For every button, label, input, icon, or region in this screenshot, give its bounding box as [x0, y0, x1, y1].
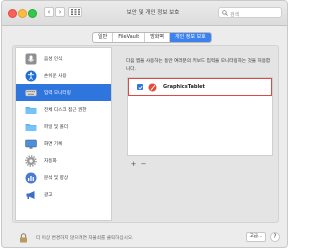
sidebar-item-accessibility[interactable]: 손쉬운 사용: [16, 67, 111, 84]
preferences-window: ‹ › 보안 및 개인 정보 보호 검색 일반 FileVault 방화벽 개인…: [1, 0, 288, 248]
window-title: 보안 및 개인 정보 보호: [126, 10, 180, 16]
search-field[interactable]: 검색: [218, 7, 282, 18]
sidebar-item-full-disk-access[interactable]: 전체 디스크 접근 권한: [16, 101, 111, 118]
grid-icon: [71, 9, 80, 15]
minimize-button[interactable]: [18, 9, 27, 18]
sidebar-item-label: 광고: [44, 192, 53, 198]
gear-icon: [25, 154, 37, 167]
sidebar-item-input-monitoring[interactable]: 입력 모니터링: [16, 84, 111, 101]
sidebar-item-label: 파일 및 폴더: [44, 124, 69, 130]
add-app-button[interactable]: +: [129, 161, 138, 169]
remove-app-button[interactable]: −: [139, 161, 148, 169]
sidebar-item-label: 음성 인식: [44, 56, 63, 62]
sidebar-item-label: 전체 디스크 접근 권한: [44, 107, 87, 113]
tab-filevault[interactable]: FileVault: [113, 33, 146, 42]
chart-icon: [25, 172, 37, 184]
graphics-tablet-app-icon: [148, 83, 157, 92]
sidebar-item-speech-recognition[interactable]: 음성 인식: [16, 50, 111, 67]
lock-icon[interactable]: [19, 233, 28, 245]
sidebar-item-label: 입력 모니터링: [44, 90, 71, 96]
sidebar-item-automation[interactable]: 자동화: [16, 152, 111, 169]
show-all-button[interactable]: [68, 7, 82, 17]
forward-button[interactable]: ›: [55, 7, 65, 17]
app-name: GraphicsTablet: [163, 84, 205, 90]
folder-icon: [25, 104, 37, 116]
keyboard-icon: [25, 87, 37, 99]
search-icon: [222, 10, 228, 16]
sidebar-item-label: 자동화: [44, 158, 57, 164]
lock-hint-text: 더 이상 변경하지 않으려면 자물쇠를 클릭하십시오.: [36, 236, 134, 241]
sidebar-item-screen-recording[interactable]: 화면 기록: [16, 135, 111, 152]
list-item[interactable]: GraphicsTablet: [128, 78, 272, 96]
search-placeholder: 검색: [230, 11, 240, 18]
tab-privacy[interactable]: 개인 정보 보호: [170, 33, 211, 42]
tab-firewall[interactable]: 방화벽: [145, 33, 170, 42]
sidebar-item-analytics[interactable]: 분석 및 향상: [16, 169, 111, 186]
tab-general[interactable]: 일반: [93, 33, 114, 42]
sidebar-item-label: 분석 및 향상: [44, 175, 69, 181]
footer-bar: 더 이상 변경하지 않으려면 자물쇠를 클릭하십시오. 고급... ?: [2, 225, 287, 247]
screen-icon: [25, 138, 37, 150]
privacy-category-list: 음성 인식 손쉬운 사용 입력 모니터링 전체 디스크 접근 권한 파일 및 폴…: [15, 47, 112, 221]
input-monitoring-description: 다음 앱을 사용하는 동안 여러분의 키보드 입력을 모니터링하는 것을 허용합…: [126, 59, 271, 72]
close-button[interactable]: [8, 9, 17, 18]
tab-bar: 일반 FileVault 방화벽 개인 정보 보호: [92, 32, 212, 43]
app-list: GraphicsTablet: [127, 77, 273, 156]
advanced-button[interactable]: 고급...: [246, 232, 266, 242]
megaphone-icon: [25, 189, 37, 201]
sidebar-item-label: 손쉬운 사용: [44, 73, 67, 79]
app-checkbox[interactable]: [137, 84, 143, 90]
accessibility-icon: [25, 70, 37, 82]
sidebar-item-files-and-folders[interactable]: 파일 및 폴더: [16, 118, 111, 135]
checkmark-icon: [137, 85, 143, 89]
zoom-button[interactable]: [28, 9, 37, 18]
back-button[interactable]: ‹: [44, 7, 54, 17]
microphone-icon: [25, 53, 37, 65]
help-button[interactable]: ?: [270, 232, 280, 242]
sidebar-item-advertising[interactable]: 광고: [16, 186, 111, 203]
title-bar: ‹ › 보안 및 개인 정보 보호 검색: [2, 1, 287, 26]
folder-icon: [25, 121, 37, 133]
sidebar-item-label: 화면 기록: [44, 141, 63, 147]
